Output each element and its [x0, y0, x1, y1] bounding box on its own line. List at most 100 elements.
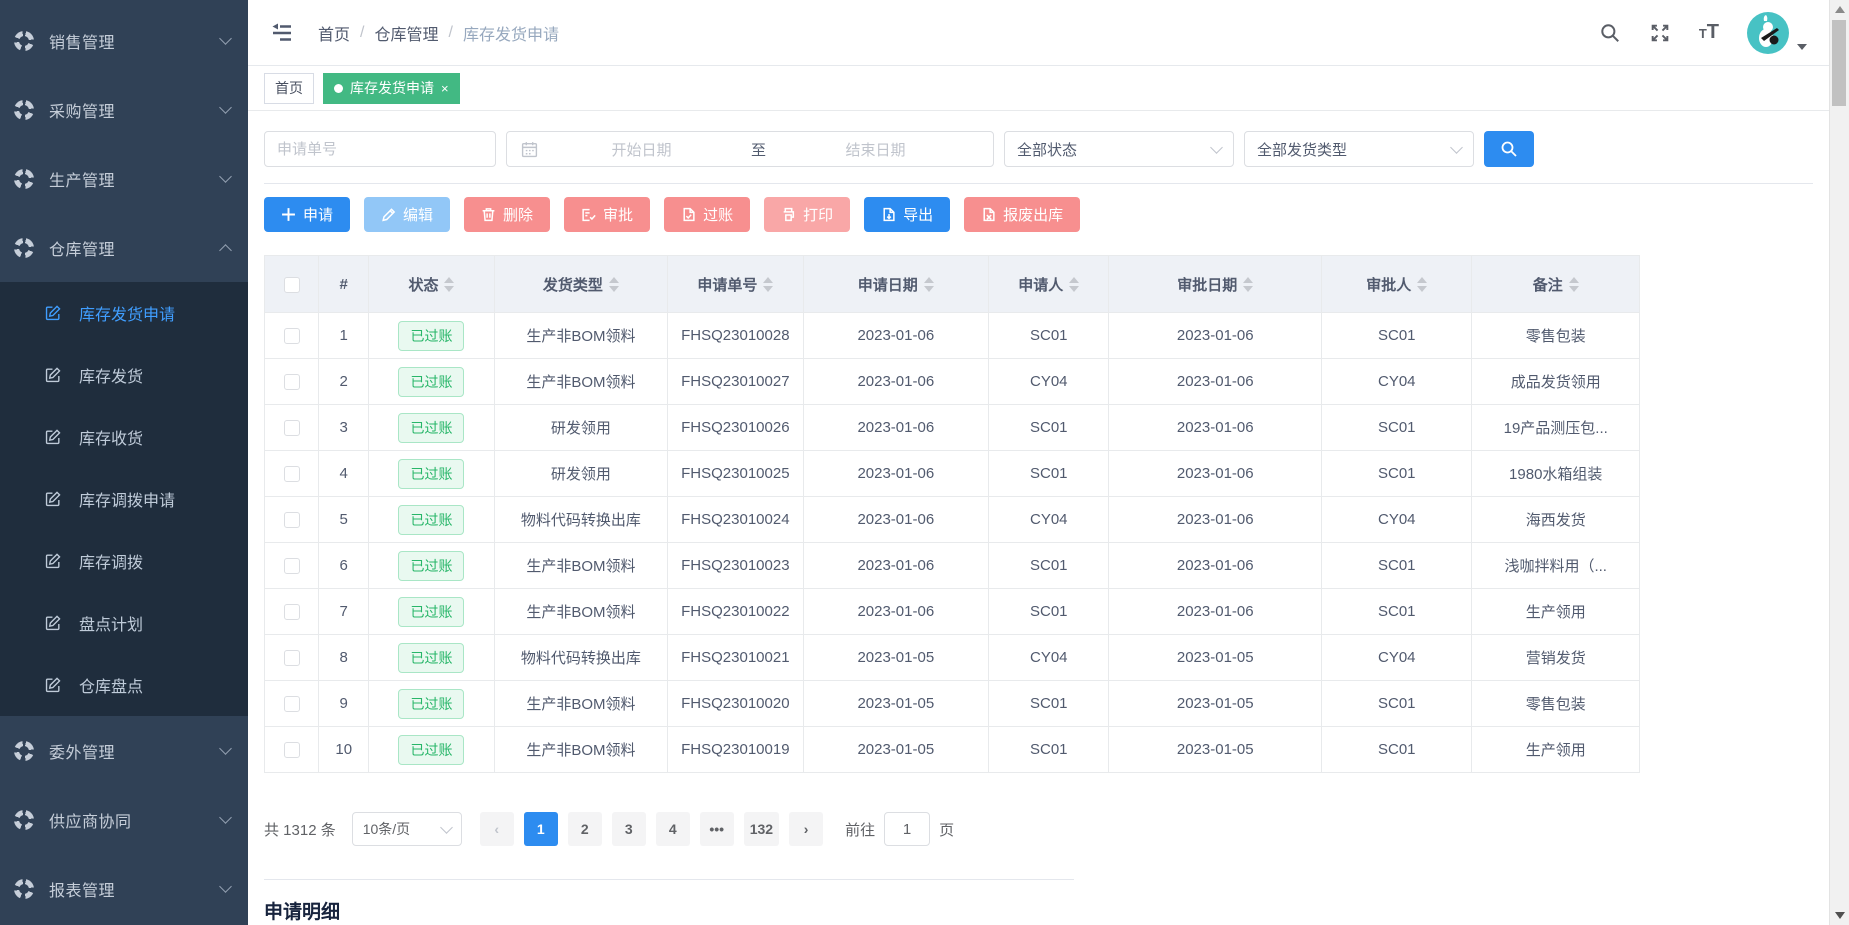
sidebar-item-label: 库存调拨 [79, 549, 143, 573]
column-header-apply-date[interactable]: 申请日期 [803, 256, 989, 313]
cell-index: 3 [319, 405, 369, 451]
order-no-field[interactable] [264, 131, 496, 167]
page-button-2[interactable]: 2 [568, 812, 602, 846]
delete-button[interactable]: 删除 [464, 197, 550, 232]
user-menu[interactable] [1747, 12, 1807, 54]
status-select[interactable]: 全部状态 [1004, 131, 1234, 167]
row-checkbox[interactable] [284, 650, 300, 666]
prev-page-button[interactable]: ‹ [480, 812, 514, 846]
sidebar-item-stock-ship[interactable]: 库存发货 [0, 344, 248, 406]
sort-icon[interactable] [763, 277, 773, 292]
date-range-picker[interactable]: 开始日期 至 结束日期 [506, 131, 994, 167]
export-button[interactable]: 导出 [864, 197, 950, 232]
sort-icon[interactable] [1069, 277, 1079, 292]
sort-icon[interactable] [1417, 277, 1427, 292]
tab-home[interactable]: 首页 [264, 73, 314, 104]
breadcrumb-warehouse[interactable]: 仓库管理 [374, 21, 438, 45]
table-row[interactable]: 4 已过账 研发领用 FHSQ23010025 2023-01-06 SC01 … [265, 451, 1640, 497]
table-row[interactable]: 7 已过账 生产非BOM领料 FHSQ23010022 2023-01-06 S… [265, 589, 1640, 635]
print-button[interactable]: 打印 [764, 197, 850, 232]
row-checkbox[interactable] [284, 742, 300, 758]
row-checkbox[interactable] [284, 512, 300, 528]
next-page-button[interactable]: › [789, 812, 823, 846]
sidebar-item-stock-transfer-request[interactable]: 库存调拨申请 [0, 468, 248, 530]
row-checkbox[interactable] [284, 558, 300, 574]
goto-page-input[interactable] [884, 812, 930, 846]
column-header-approver[interactable]: 审批人 [1322, 256, 1472, 313]
avatar[interactable] [1747, 12, 1789, 54]
button-label: 过账 [703, 204, 733, 225]
page-button-132[interactable]: 132 [744, 812, 779, 846]
row-checkbox[interactable] [284, 696, 300, 712]
order-no-input[interactable] [277, 141, 483, 158]
column-header-order-no[interactable]: 申请单号 [668, 256, 803, 313]
ship-type-select[interactable]: 全部发货类型 [1244, 131, 1474, 167]
table-row[interactable]: 10 已过账 生产非BOM领料 FHSQ23010019 2023-01-05 … [265, 727, 1640, 773]
row-checkbox[interactable] [284, 420, 300, 436]
breadcrumb-home[interactable]: 首页 [318, 21, 350, 45]
sidebar-item-count-plan[interactable]: 盘点计划 [0, 592, 248, 654]
sidebar-item-production[interactable]: 生产管理 [0, 144, 248, 213]
table-row[interactable]: 8 已过账 物料代码转换出库 FHSQ23010021 2023-01-05 C… [265, 635, 1640, 681]
tab-stock-ship-request[interactable]: 库存发货申请 × [323, 73, 460, 104]
fullscreen-icon[interactable] [1649, 22, 1671, 44]
post-button[interactable]: 过账 [664, 197, 750, 232]
scroll-down-arrow-icon[interactable] [1830, 906, 1849, 925]
row-checkbox[interactable] [284, 374, 300, 390]
scrollbar-thumb[interactable] [1832, 20, 1846, 106]
sort-icon[interactable] [609, 277, 619, 292]
cell-approve-date: 2023-01-05 [1109, 635, 1322, 681]
page-ellipsis[interactable]: ••• [700, 812, 734, 846]
sidebar-item-warehouse-count[interactable]: 仓库盘点 [0, 654, 248, 716]
column-header-status[interactable]: 状态 [369, 256, 494, 313]
cell-status: 已过账 [369, 543, 494, 589]
column-header-approve-date[interactable]: 审批日期 [1109, 256, 1322, 313]
column-header-remark[interactable]: 备注 [1472, 256, 1640, 313]
table-row[interactable]: 6 已过账 生产非BOM领料 FHSQ23010023 2023-01-06 S… [265, 543, 1640, 589]
sort-icon[interactable] [1569, 277, 1579, 292]
edit-button[interactable]: 编辑 [364, 197, 450, 232]
sidebar-item-warehouse[interactable]: 仓库管理 [0, 213, 248, 282]
table-row[interactable]: 1 已过账 生产非BOM领料 FHSQ23010028 2023-01-06 S… [265, 313, 1640, 359]
sidebar-item-reports[interactable]: 报表管理 [0, 854, 248, 923]
sidebar-item-supplier-collab[interactable]: 供应商协同 [0, 785, 248, 854]
apply-button[interactable]: 申请 [264, 197, 350, 232]
vertical-scrollbar[interactable] [1829, 0, 1849, 925]
table-row[interactable]: 9 已过账 生产非BOM领料 FHSQ23010020 2023-01-05 S… [265, 681, 1640, 727]
row-checkbox[interactable] [284, 604, 300, 620]
table-row[interactable]: 5 已过账 物料代码转换出库 FHSQ23010024 2023-01-06 C… [265, 497, 1640, 543]
sidebar-item-purchase[interactable]: 采购管理 [0, 75, 248, 144]
font-size-icon[interactable]: TT [1699, 21, 1719, 44]
sort-icon[interactable] [444, 277, 454, 292]
table-row[interactable]: 3 已过账 研发领用 FHSQ23010026 2023-01-06 SC01 … [265, 405, 1640, 451]
sidebar-item-outsourcing[interactable]: 委外管理 [0, 716, 248, 785]
column-header-applicant[interactable]: 申请人 [989, 256, 1109, 313]
search-button[interactable] [1484, 131, 1534, 167]
sidebar-item-stock-receive[interactable]: 库存收货 [0, 406, 248, 468]
cell-apply-date: 2023-01-05 [803, 635, 989, 681]
page-button-4[interactable]: 4 [656, 812, 690, 846]
sidebar-item-stock-ship-request[interactable]: 库存发货申请 [0, 282, 248, 344]
page-size-select[interactable]: 10条/页 [352, 812, 462, 846]
sidebar-item-sales[interactable]: 销售管理 [0, 6, 248, 75]
sort-icon[interactable] [924, 277, 934, 292]
page-button-1[interactable]: 1 [524, 812, 558, 846]
search-icon[interactable] [1599, 22, 1621, 44]
status-badge: 已过账 [398, 551, 464, 581]
scroll-up-arrow-icon[interactable] [1830, 0, 1849, 19]
sidebar-item-stock-transfer[interactable]: 库存调拨 [0, 530, 248, 592]
row-checkbox[interactable] [284, 328, 300, 344]
select-all-checkbox[interactable] [284, 277, 300, 293]
page-button-3[interactable]: 3 [612, 812, 646, 846]
scrap-out-button[interactable]: 报废出库 [964, 197, 1080, 232]
row-checkbox[interactable] [284, 466, 300, 482]
module-icon [14, 879, 34, 899]
close-icon[interactable]: × [441, 81, 449, 96]
sort-icon[interactable] [1243, 277, 1253, 292]
column-header-ship-type[interactable]: 发货类型 [494, 256, 668, 313]
breadcrumb-separator: / [360, 24, 364, 42]
module-icon [14, 31, 34, 51]
table-row[interactable]: 2 已过账 生产非BOM领料 FHSQ23010027 2023-01-06 C… [265, 359, 1640, 405]
collapse-sidebar-icon[interactable] [262, 16, 302, 50]
approve-button[interactable]: 审批 [564, 197, 650, 232]
